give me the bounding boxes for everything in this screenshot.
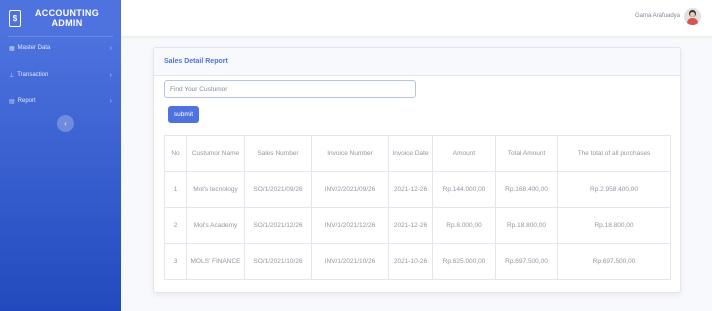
sidebar-item-master-data[interactable]: ▦ Master Data › xyxy=(0,38,121,58)
column-header: Sales Number xyxy=(244,135,312,172)
column-header: Amount xyxy=(432,135,496,172)
avatar[interactable] xyxy=(684,8,701,25)
report-card: Sales Detail Report submit No Custumor N… xyxy=(153,47,681,293)
cell-total-all-purchases: Rp.18.800,00 xyxy=(557,207,671,244)
sidebar-item-label: Transaction xyxy=(17,72,49,78)
cell-amount: Rp.625.000,00 xyxy=(432,243,496,280)
column-header: The total of all purchases xyxy=(557,135,671,172)
sidebar-item-label: Report xyxy=(17,98,36,104)
sales-detail-table: No Custumor Name Sales Number Invoice Nu… xyxy=(164,135,671,280)
chevron-right-icon: › xyxy=(109,44,112,52)
cell-customer-name: Mol's Academy xyxy=(186,207,245,244)
table-row: 1 Mol's tecnology SO/1/2021/09/26 INV/2/… xyxy=(164,171,671,208)
cell-no: 1 xyxy=(164,171,187,208)
cell-customer-name: Mol's tecnology xyxy=(186,171,245,208)
chevron-left-icon: ‹ xyxy=(64,119,67,128)
column-header: No xyxy=(164,135,187,172)
avatar-body xyxy=(687,18,698,25)
cell-sales-number: SO/1/2021/09/26 xyxy=(244,171,312,208)
brand-title: ACCOUNTING ADMIN xyxy=(35,8,99,28)
cell-invoice-number: INV/1/2021/10/26 xyxy=(311,243,389,280)
grid-icon: ▦ xyxy=(9,45,15,52)
card-title: Sales Detail Report xyxy=(154,48,680,76)
column-header: Invoice Number xyxy=(311,135,389,172)
cell-amount: Rp.8.000,00 xyxy=(432,207,496,244)
topbar: Gama Arafuadya xyxy=(121,0,712,36)
sidebar-item-report[interactable]: ▤ Report › xyxy=(0,91,121,111)
cell-sales-number: SO/1/2021/12/26 xyxy=(244,207,312,244)
cell-total-amount: Rp.18.800,00 xyxy=(495,207,558,244)
submit-button[interactable]: submit xyxy=(168,106,199,123)
cell-invoice-date: 2021-12-26 xyxy=(388,171,433,208)
sidebar-toggle-button[interactable]: ‹ xyxy=(57,115,74,132)
column-header: Invoice Date xyxy=(388,135,433,172)
chevron-right-icon: › xyxy=(109,71,112,79)
cell-customer-name: MOLS' FINANCE xyxy=(186,243,245,280)
sidebar-item-label: Master Data xyxy=(17,45,51,51)
cell-invoice-number: INV/1/2021/12/26 xyxy=(311,207,389,244)
cell-invoice-number: INV/2/2021/09/26 xyxy=(311,171,389,208)
cell-total-all-purchases: Rp.697.500,00 xyxy=(557,243,671,280)
cell-total-amount: Rp.697.500,00 xyxy=(495,243,558,280)
cell-amount: Rp.144.000,00 xyxy=(432,171,496,208)
brand-logo-icon: $ xyxy=(9,9,21,27)
cell-invoice-date: 2021-12-26 xyxy=(388,207,433,244)
brand-title-line1: ACCOUNTING xyxy=(35,8,99,18)
cell-invoice-date: 2021-10-26 xyxy=(388,243,433,280)
transaction-icon: ⊥ xyxy=(9,72,15,79)
table-row: 3 MOLS' FINANCE SO/1/2021/10/26 INV/1/20… xyxy=(164,243,671,280)
sidebar-divider xyxy=(8,36,113,37)
table-header-row: No Custumor Name Sales Number Invoice Nu… xyxy=(164,135,671,172)
cell-sales-number: SO/1/2021/10/26 xyxy=(244,243,312,280)
cell-no: 2 xyxy=(164,207,187,244)
customer-search-input[interactable] xyxy=(164,80,416,98)
cell-total-all-purchases: Rp.2.958.400,00 xyxy=(557,171,671,208)
sidebar-item-transaction[interactable]: ⊥ Transaction › xyxy=(0,65,121,85)
sidebar: $ ACCOUNTING ADMIN ▦ Master Data › ⊥ Tra… xyxy=(0,0,121,311)
brand-title-line2: ADMIN xyxy=(51,18,83,28)
brand[interactable]: $ ACCOUNTING ADMIN xyxy=(0,0,121,36)
user-name[interactable]: Gama Arafuadya xyxy=(635,13,680,19)
cell-total-amount: Rp.168.400,00 xyxy=(495,171,558,208)
avatar-face xyxy=(690,12,695,17)
column-header: Total Amount xyxy=(495,135,558,172)
table-row: 2 Mol's Academy SO/1/2021/12/26 INV/1/20… xyxy=(164,207,671,244)
column-header: Custumor Name xyxy=(186,135,245,172)
chevron-right-icon: › xyxy=(109,97,112,105)
table-icon: ▤ xyxy=(9,98,15,105)
cell-no: 3 xyxy=(164,243,187,280)
